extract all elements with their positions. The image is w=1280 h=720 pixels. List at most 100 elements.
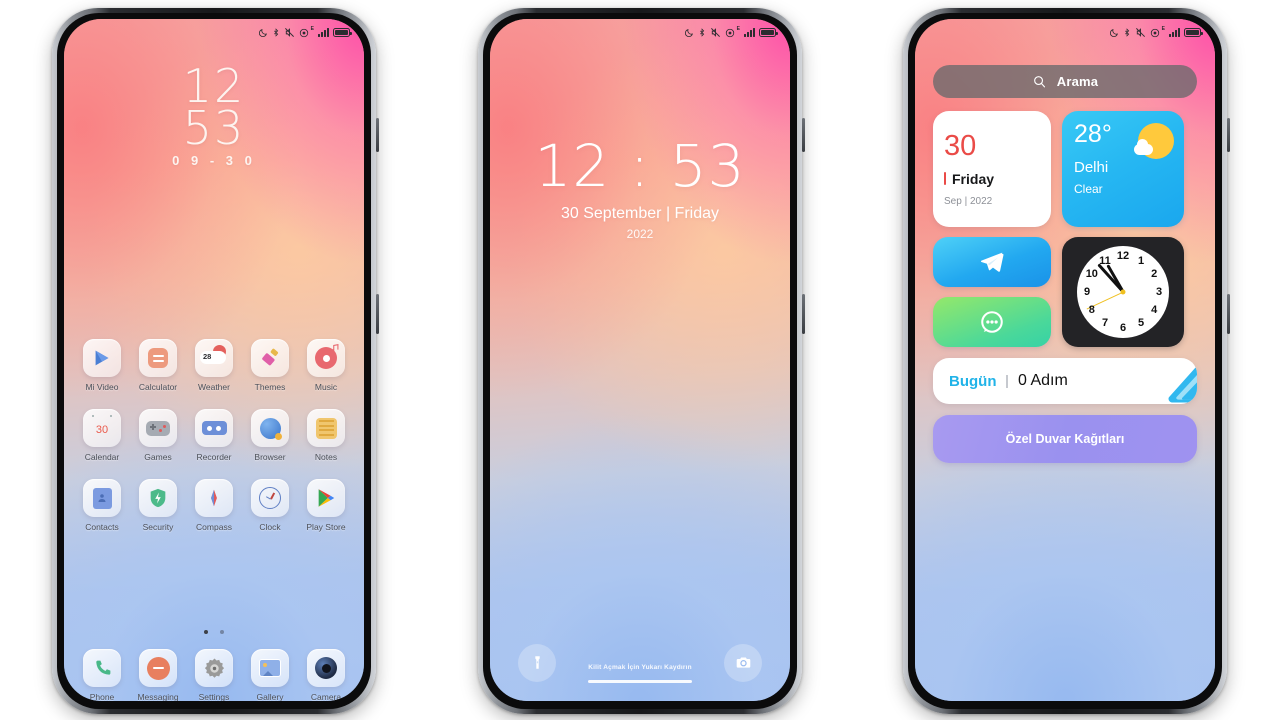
app-gallery[interactable]: Gallery — [244, 649, 296, 701]
power-button[interactable] — [376, 118, 379, 152]
search-label: Arama — [1056, 74, 1099, 89]
battery-icon — [333, 28, 352, 37]
app-settings[interactable]: Settings — [188, 649, 240, 701]
games-icon — [139, 409, 177, 447]
weather-condition: Clear — [1074, 182, 1103, 196]
mute-vibrate-icon — [284, 28, 294, 37]
messages-widget[interactable] — [933, 297, 1051, 347]
app-label: Contacts — [85, 522, 119, 532]
app-phone[interactable]: Phone — [76, 649, 128, 701]
search-icon — [1033, 76, 1045, 88]
signal-bars-icon — [318, 28, 329, 37]
app-calendar[interactable]: 30 Calendar — [76, 409, 128, 462]
volume-button[interactable] — [802, 294, 805, 334]
moon-dnd-icon — [258, 28, 267, 37]
app-mi-video[interactable]: Mi Video — [76, 339, 128, 392]
app-label: Calendar — [84, 452, 120, 462]
clock-numeral: 4 — [1151, 304, 1158, 316]
screen-recorder-icon — [725, 28, 734, 37]
analog-clock-widget[interactable]: 12 1 2 3 4 5 6 7 8 9 10 11 — [1062, 237, 1184, 347]
screen-lock[interactable]: E 12 : 53 30 September | Friday 2022 Kil… — [490, 19, 790, 701]
chat-bubble-icon — [981, 311, 1003, 333]
app-weather[interactable]: 28 Weather — [188, 339, 240, 392]
telegram-widget[interactable] — [933, 237, 1051, 287]
app-play-store[interactable]: Play Store — [300, 479, 352, 532]
mi-video-icon — [83, 339, 121, 377]
screen-widgets[interactable]: E Arama 30 Friday Sep | 2022 28° Delhi C… — [915, 19, 1215, 701]
moon-dnd-icon — [684, 28, 693, 37]
custom-wallpapers-label: Özel Duvar Kağıtları — [1005, 432, 1125, 446]
app-music[interactable]: Music — [300, 339, 352, 392]
cloud-shape — [1134, 139, 1153, 155]
app-grid: Mi Video Calculator 28 Weather Themes Mu… — [64, 339, 364, 549]
app-contacts[interactable]: Contacts — [76, 479, 128, 532]
weather-widget[interactable]: 28° Delhi Clear — [1062, 111, 1184, 227]
power-button[interactable] — [1227, 118, 1230, 152]
signal-bars-icon — [1169, 28, 1180, 37]
steps-today-label: Bugün — [949, 372, 997, 390]
contacts-icon — [83, 479, 121, 517]
clock-numeral: 9 — [1083, 286, 1091, 298]
phone-icon — [83, 649, 121, 687]
app-camera[interactable]: Camera — [300, 649, 352, 701]
app-compass[interactable]: Compass — [188, 479, 240, 532]
app-label: Recorder — [196, 452, 232, 462]
widget-grid: 30 Friday Sep | 2022 28° Delhi Clear 12 … — [933, 111, 1197, 347]
compass-icon — [195, 479, 233, 517]
clock-numeral: 5 — [1137, 317, 1145, 330]
volume-button[interactable] — [376, 294, 379, 334]
app-row-4: Phone Messaging Settings Gallery Camera — [64, 649, 364, 701]
app-security[interactable]: Security — [132, 479, 184, 532]
calendar-widget[interactable]: 30 Friday Sep | 2022 — [933, 111, 1051, 227]
steps-value: 0 Adım — [1017, 372, 1068, 389]
phone-bezel: E Arama 30 Friday Sep | 2022 28° Delhi C… — [908, 13, 1222, 709]
page-dot[interactable] — [220, 630, 225, 634]
notes-icon — [307, 409, 345, 447]
calendar-weekday-row: Friday — [944, 171, 1040, 187]
app-messaging[interactable]: Messaging — [132, 649, 184, 701]
flashlight-shortcut[interactable] — [518, 643, 556, 682]
weather-city: Delhi — [1074, 159, 1109, 176]
app-clock[interactable]: Clock — [244, 479, 296, 532]
themes-icon — [251, 339, 289, 377]
network-type-label: E — [736, 26, 740, 32]
app-label: Phone — [89, 692, 115, 701]
volume-button[interactable] — [1227, 294, 1230, 334]
screenshot-stage: E 12 53 0 9 - 3 0 Mi Video Calculator 28… — [0, 0, 1280, 720]
telegram-icon — [981, 252, 1004, 272]
app-themes[interactable]: Themes — [244, 339, 296, 392]
search-bar[interactable]: Arama — [933, 65, 1197, 98]
app-recorder[interactable]: Recorder — [188, 409, 240, 462]
lock-clock-year: 2022 — [626, 227, 654, 241]
lock-bottom-bar: Kilit Açmak İçin Yukarı Kaydırın — [490, 643, 790, 683]
unlock-hint: Kilit Açmak İçin Yukarı Kaydırın — [588, 663, 692, 671]
steps-widget[interactable]: Bugün 0 Adım — [933, 358, 1197, 404]
app-calculator[interactable]: Calculator — [132, 339, 184, 392]
app-label: Games — [144, 452, 172, 462]
clock-numeral: 3 — [1155, 286, 1163, 298]
bluetooth-icon — [273, 28, 278, 37]
home-indicator[interactable] — [588, 679, 692, 683]
lock-shortcuts — [490, 643, 790, 682]
camera-shortcut[interactable] — [724, 643, 762, 682]
phone-device-widgets: E Arama 30 Friday Sep | 2022 28° Delhi C… — [903, 8, 1230, 714]
app-label: Notes — [314, 452, 338, 462]
gallery-icon — [251, 649, 289, 687]
bluetooth-icon — [1124, 28, 1129, 37]
page-dot-active[interactable] — [203, 630, 208, 634]
clock-numeral: 6 — [1119, 322, 1127, 334]
home-clock: 12 53 0 9 - 3 0 — [64, 63, 364, 168]
bluetooth-icon — [699, 28, 704, 37]
screen-home[interactable]: E 12 53 0 9 - 3 0 Mi Video Calculator 28… — [64, 19, 364, 701]
app-row-3: Contacts Security Compass Clock Play Sto… — [64, 479, 364, 532]
clock-numeral: 8 — [1088, 304, 1095, 316]
lock-clock-time: 12 : 53 — [534, 132, 746, 200]
custom-wallpapers-widget[interactable]: Özel Duvar Kağıtları — [933, 415, 1197, 463]
app-games[interactable]: Games — [132, 409, 184, 462]
app-notes[interactable]: Notes — [300, 409, 352, 462]
power-button[interactable] — [802, 118, 805, 152]
lock-clock: 12 : 53 30 September | Friday 2022 — [490, 137, 790, 241]
clock-numeral: 12 — [1116, 250, 1130, 262]
clock-face: 12 1 2 3 4 5 6 7 8 9 10 11 — [1077, 246, 1169, 338]
app-browser[interactable]: Browser — [244, 409, 296, 462]
